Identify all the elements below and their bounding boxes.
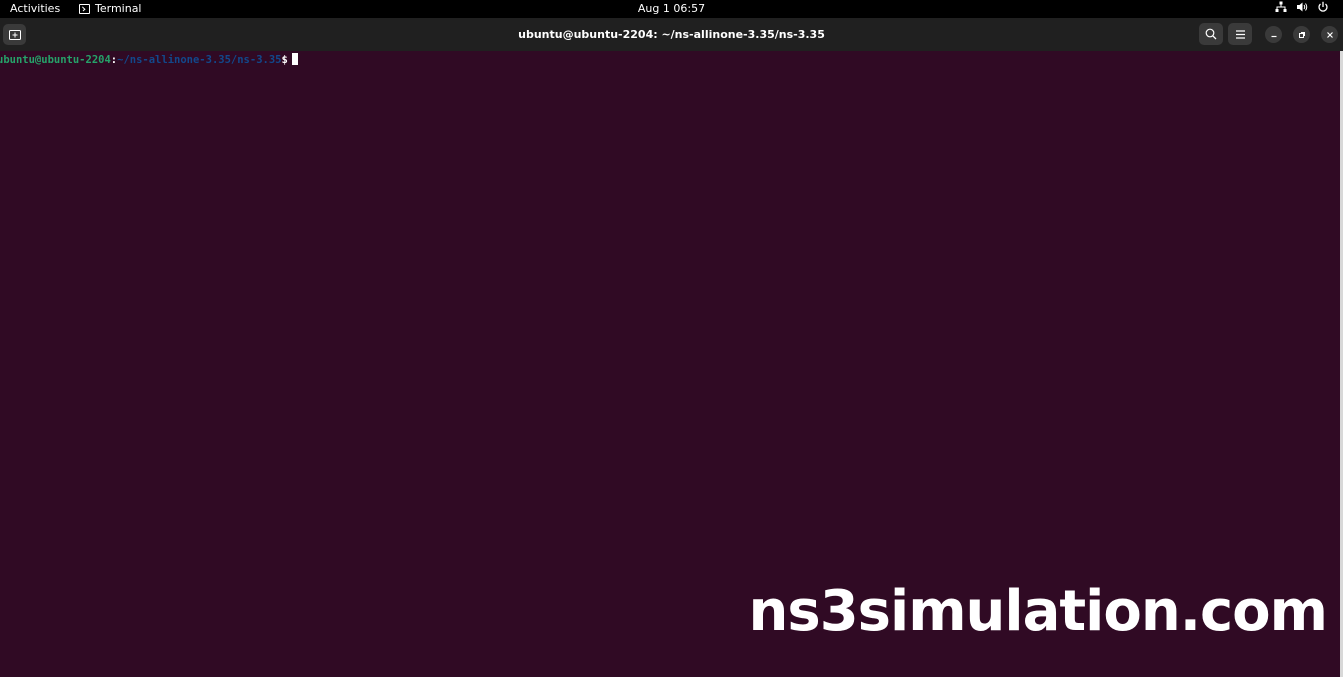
- search-button[interactable]: [1199, 23, 1223, 45]
- prompt-user: ubuntu@ubuntu-2204: [0, 54, 111, 66]
- window-title: ubuntu@ubuntu-2204: ~/ns-allinone-3.35/n…: [518, 28, 825, 41]
- terminal-headerbar: ubuntu@ubuntu-2204: ~/ns-allinone-3.35/n…: [0, 18, 1343, 51]
- restore-button[interactable]: [1293, 26, 1310, 43]
- power-icon[interactable]: [1317, 1, 1329, 13]
- prompt-line: ubuntu@ubuntu-2204:~/ns-allinone-3.35/ns…: [0, 53, 298, 66]
- clock[interactable]: Aug 1 06:57: [0, 2, 1343, 15]
- system-tray[interactable]: [1275, 1, 1329, 13]
- terminal-area[interactable]: ubuntu@ubuntu-2204:~/ns-allinone-3.35/ns…: [0, 51, 1343, 677]
- close-button[interactable]: [1321, 26, 1338, 43]
- close-icon: [1326, 31, 1333, 38]
- top-bar: Activities Terminal Aug 1 06:57: [0, 0, 1343, 18]
- restore-icon: [1298, 31, 1305, 38]
- watermark: ns3simulation.com: [748, 579, 1328, 644]
- prompt-path: ~/ns-allinone-3.35/ns-3.35: [117, 54, 282, 66]
- minimize-button[interactable]: [1265, 26, 1282, 43]
- search-icon: [1205, 28, 1217, 40]
- menu-icon: [1235, 29, 1245, 39]
- minimize-icon: [1271, 35, 1276, 37]
- volume-icon[interactable]: [1296, 1, 1308, 13]
- text-cursor: [291, 53, 298, 65]
- network-icon[interactable]: [1275, 1, 1287, 13]
- menu-button[interactable]: [1228, 23, 1252, 45]
- prompt-symbol: $: [281, 54, 288, 66]
